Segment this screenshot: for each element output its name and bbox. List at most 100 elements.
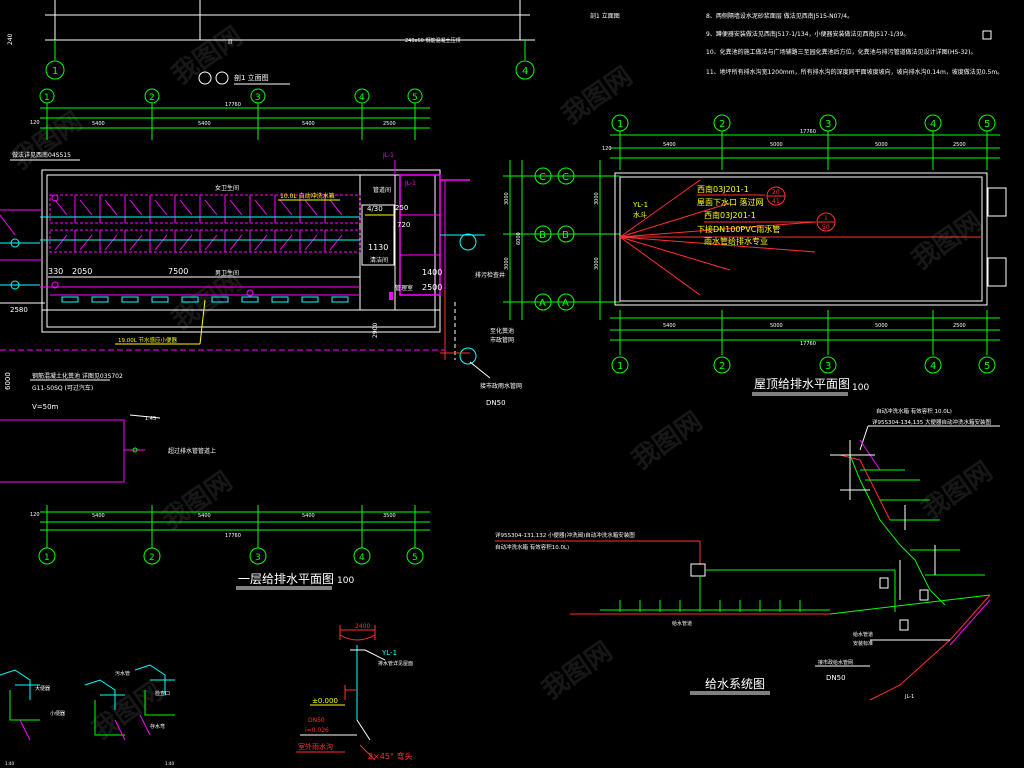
svg-text:小便器: 小便器 [50, 710, 65, 717]
svg-text:5400: 5400 [663, 323, 676, 329]
svg-text:5400: 5400 [302, 121, 315, 127]
svg-text:4: 4 [359, 93, 365, 103]
svg-text:大便器: 大便器 [35, 685, 50, 692]
svg-text:10.0L 自动冲洗水箱: 10.0L 自动冲洗水箱 [280, 192, 335, 200]
svg-text:V=50m: V=50m [32, 403, 59, 411]
svg-text:2900: 2900 [372, 323, 379, 338]
svg-text:2500: 2500 [953, 142, 966, 148]
svg-text:接市政给水管网: 接市政给水管网 [818, 659, 853, 666]
svg-text:1: 1 [52, 66, 58, 77]
svg-text:±0.000: ±0.000 [312, 697, 338, 705]
svg-text:剖1 立面图: 剖1 立面图 [590, 12, 620, 20]
supply-system-diagram: 自动冲洗水箱 有效容积 10.0L) 详95S304-134,135 大便器自动… [495, 407, 1000, 701]
svg-text:4: 4 [522, 66, 528, 77]
svg-text:YL-1: YL-1 [381, 649, 397, 657]
svg-text:5400: 5400 [198, 121, 211, 127]
roof-ref-1: 西南03J201-1 [697, 184, 749, 194]
svg-text:100: 100 [337, 576, 354, 586]
svg-text:6000: 6000 [4, 372, 12, 390]
svg-text:5000: 5000 [770, 323, 783, 329]
svg-text:详95S304-134,135 大便器自动冲洗水箱安装图: 详95S304-134,135 大便器自动冲洗水箱安装图 [872, 418, 991, 426]
watermark: 我图网 [557, 61, 638, 130]
svg-text:1: 1 [44, 553, 50, 563]
note-8: 8、两侧隔墙设水泥砂浆面层 做法见西南J515-N07/4。 [706, 12, 853, 20]
svg-text:DN50: DN50 [826, 674, 846, 682]
svg-text:自动冲洗水箱 有效容积 10.0L): 自动冲洗水箱 有效容积 10.0L) [876, 407, 952, 415]
svg-text:清洁间: 清洁间 [370, 256, 388, 264]
svg-text:2: 2 [149, 93, 155, 103]
svg-text:DN50: DN50 [308, 717, 325, 724]
svg-text:至化粪池: 至化粪池 [490, 327, 514, 335]
svg-text:2: 2 [719, 361, 725, 372]
svg-text:DN50: DN50 [486, 399, 506, 407]
svg-text:41: 41 [772, 198, 780, 205]
svg-text:管理室: 管理室 [395, 284, 413, 292]
svg-text:17760: 17760 [225, 102, 241, 108]
watermark: 我图网 [907, 206, 988, 275]
note-10: 10、化粪池的施工做法与广场辅路三至园化粪池后方位，化粪池与排污管道做法见设计详… [706, 48, 976, 56]
svg-text:室外雨水沟: 室外雨水沟 [298, 742, 333, 751]
male-room-label: 男卫生间 [215, 269, 239, 277]
svg-text:B: B [539, 230, 546, 241]
svg-text:19.00L 节水感应小便器: 19.00L 节水感应小便器 [118, 336, 178, 344]
svg-text:检查口: 检查口 [155, 690, 170, 697]
svg-text:5400: 5400 [302, 513, 315, 519]
svg-text:A: A [539, 298, 546, 309]
svg-text:II: II [228, 38, 232, 46]
floor-plan-axes-top: 1 2 3 4 5 [39, 88, 423, 104]
svg-text:3: 3 [825, 119, 831, 130]
svg-text:100: 100 [852, 383, 869, 393]
svg-text:西南03J201-1: 西南03J201-1 [704, 210, 756, 220]
svg-text:3: 3 [255, 93, 261, 103]
svg-text:2050: 2050 [72, 267, 92, 276]
svg-text:排污检查井: 排污检查井 [475, 271, 505, 279]
svg-text:2400: 2400 [355, 623, 370, 630]
svg-text:4: 4 [930, 119, 936, 130]
svg-text:240: 240 [7, 33, 14, 45]
svg-text:20: 20 [772, 189, 780, 196]
svg-text:4/30: 4/30 [367, 205, 383, 213]
svg-text:B: B [562, 230, 569, 241]
svg-text:120: 120 [30, 120, 40, 126]
svg-text:JL-1: JL-1 [404, 180, 416, 187]
svg-text:C: C [562, 172, 569, 183]
svg-text:自动冲洗水箱 有效容积10.0L): 自动冲洗水箱 有效容积10.0L) [495, 543, 569, 551]
svg-text:5: 5 [984, 119, 990, 130]
septic-tank-label: 钢筋混凝土化粪池 详图见03S702 [32, 372, 123, 380]
supply-system-title: 给水系统图 [705, 677, 765, 691]
svg-text:5400: 5400 [198, 513, 211, 519]
floor-plan-axes-bottom: 1 2 3 4 5 [38, 547, 424, 565]
svg-text:1: 1 [617, 119, 623, 130]
svg-text:3000: 3000 [594, 192, 600, 205]
note-9: 9、蹲便器安装做法见西南J517-1/134，小便器安装做法见西南J517-1/… [706, 30, 909, 38]
svg-text:5400: 5400 [663, 142, 676, 148]
svg-text:A: A [562, 298, 569, 309]
svg-text:1: 1 [617, 361, 623, 372]
svg-text:3: 3 [255, 553, 261, 563]
ref-note: 做法详见西南04S515 [12, 151, 71, 159]
svg-text:接市政雨水管网: 接市政雨水管网 [480, 382, 522, 390]
top-view-label: 剖1 立面图 [234, 73, 269, 82]
svg-text:雨水管给排水专业: 雨水管给排水专业 [704, 236, 768, 246]
svg-text:1:40: 1:40 [165, 761, 174, 766]
svg-text:2: 2 [719, 119, 725, 130]
svg-text:2: 2 [149, 553, 155, 563]
general-notes: 8、两侧隔墙设水泥砂浆面层 做法见西南J515-N07/4。 9、蹲便器安装做法… [706, 12, 1003, 76]
svg-text:3000: 3000 [504, 257, 510, 270]
svg-text:2500: 2500 [422, 283, 442, 292]
floor-plan: 1 2 3 4 5 17760 5400 5400 5400 2500 120 [0, 88, 522, 590]
svg-text:2580: 2580 [10, 306, 28, 314]
note-11: 11、地坪所有排水沟宽1200mm，所有排水沟的深度同平面坡度坡向，坡向排水沟0… [706, 68, 1003, 76]
svg-text:5000: 5000 [770, 142, 783, 148]
svg-text:5400: 5400 [92, 121, 105, 127]
svg-text:120: 120 [602, 146, 612, 152]
svg-text:屋面下水口 落过网: 屋面下水口 落过网 [697, 197, 764, 207]
cad-drawing: 我图网 我图网 我图网 我图网 我图网 我图网 我图网 我图网 我图网 我图网 … [0, 0, 1007, 766]
svg-text:6000: 6000 [516, 232, 522, 245]
svg-text:给水管道: 给水管道 [853, 631, 873, 638]
svg-text:3000: 3000 [504, 192, 510, 205]
svg-text:5000: 5000 [875, 323, 888, 329]
svg-text:17760: 17760 [800, 129, 816, 135]
watermark: 我图网 [537, 636, 618, 705]
svg-text:2500: 2500 [953, 323, 966, 329]
